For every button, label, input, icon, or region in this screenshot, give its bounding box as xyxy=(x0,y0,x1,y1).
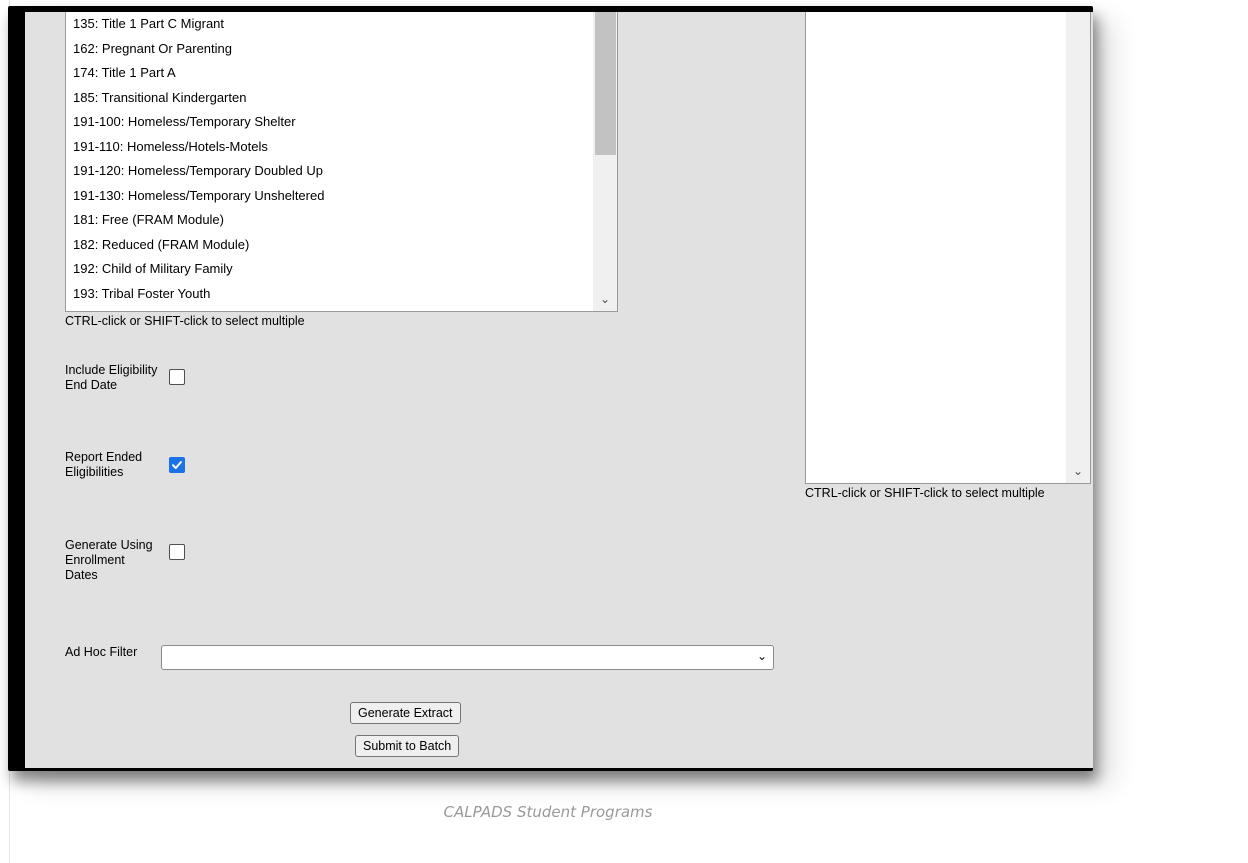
include-eligibility-end-date-checkbox[interactable] xyxy=(169,369,185,385)
right-list-scrollbar[interactable]: ⌄ xyxy=(1066,12,1090,483)
list-item[interactable]: 135: Title 1 Part C Migrant xyxy=(73,16,224,31)
include-eligibility-end-date-label: Include Eligibility End Date xyxy=(65,363,158,392)
ad-hoc-filter-select[interactable]: ⌄ xyxy=(161,645,774,670)
ad-hoc-filter-label: Ad Hoc Filter xyxy=(65,645,138,659)
report-ended-eligibilities-label: Report Ended Eligibilities xyxy=(65,450,143,479)
report-ended-eligibilities-checkbox[interactable] xyxy=(169,457,185,473)
list-item[interactable]: 182: Reduced (FRAM Module) xyxy=(73,237,249,252)
program-multiselect-list[interactable]: 135: Title 1 Part C Migrant 162: Pregnan… xyxy=(65,12,618,312)
submit-to-batch-button[interactable]: Submit to Batch xyxy=(355,735,460,757)
list-item[interactable]: 162: Pregnant Or Parenting xyxy=(73,41,232,56)
chevron-down-icon[interactable]: ⌄ xyxy=(1066,464,1090,478)
list-item[interactable]: 181: Free (FRAM Module) xyxy=(73,212,224,227)
program-list-scrollbar[interactable]: ⌄ xyxy=(593,12,617,311)
list-item[interactable]: 191-110: Homeless/Hotels-Motels xyxy=(73,139,268,154)
figure-caption: CALPADS Student Programs xyxy=(443,803,653,821)
generate-extract-button[interactable]: Generate Extract xyxy=(350,702,461,724)
screenshot-frame: 135: Title 1 Part C Migrant 162: Pregnan… xyxy=(8,6,1093,771)
chevron-down-icon[interactable]: ⌄ xyxy=(593,292,617,306)
list-item[interactable]: 191-120: Homeless/Temporary Doubled Up xyxy=(73,163,323,178)
extract-editor-panel: 135: Title 1 Part C Migrant 162: Pregnan… xyxy=(25,12,1093,768)
right-list-hint: CTRL-click or SHIFT-click to select mult… xyxy=(805,486,1045,500)
list-item[interactable]: 192: Child of Military Family xyxy=(73,261,233,276)
generate-using-enrollment-dates-label: Generate Using Enrollment Dates xyxy=(65,538,153,582)
scrollbar-thumb[interactable] xyxy=(595,12,616,155)
list-item[interactable]: 191-100: Homeless/Temporary Shelter xyxy=(73,114,296,129)
generate-using-enrollment-dates-checkbox[interactable] xyxy=(169,544,185,560)
list-item[interactable]: 185: Transitional Kindergarten xyxy=(73,90,246,105)
selected-items-multiselect-list[interactable]: ⌄ xyxy=(805,12,1091,484)
list-item[interactable]: 191-130: Homeless/Temporary Unsheltered xyxy=(73,188,324,203)
list-item[interactable]: 174: Title 1 Part A xyxy=(73,65,176,80)
list-item[interactable]: 193: Tribal Foster Youth xyxy=(73,286,210,301)
chevron-down-icon: ⌄ xyxy=(756,649,767,663)
checkmark-icon xyxy=(172,461,182,469)
program-list-hint: CTRL-click or SHIFT-click to select mult… xyxy=(65,314,305,328)
